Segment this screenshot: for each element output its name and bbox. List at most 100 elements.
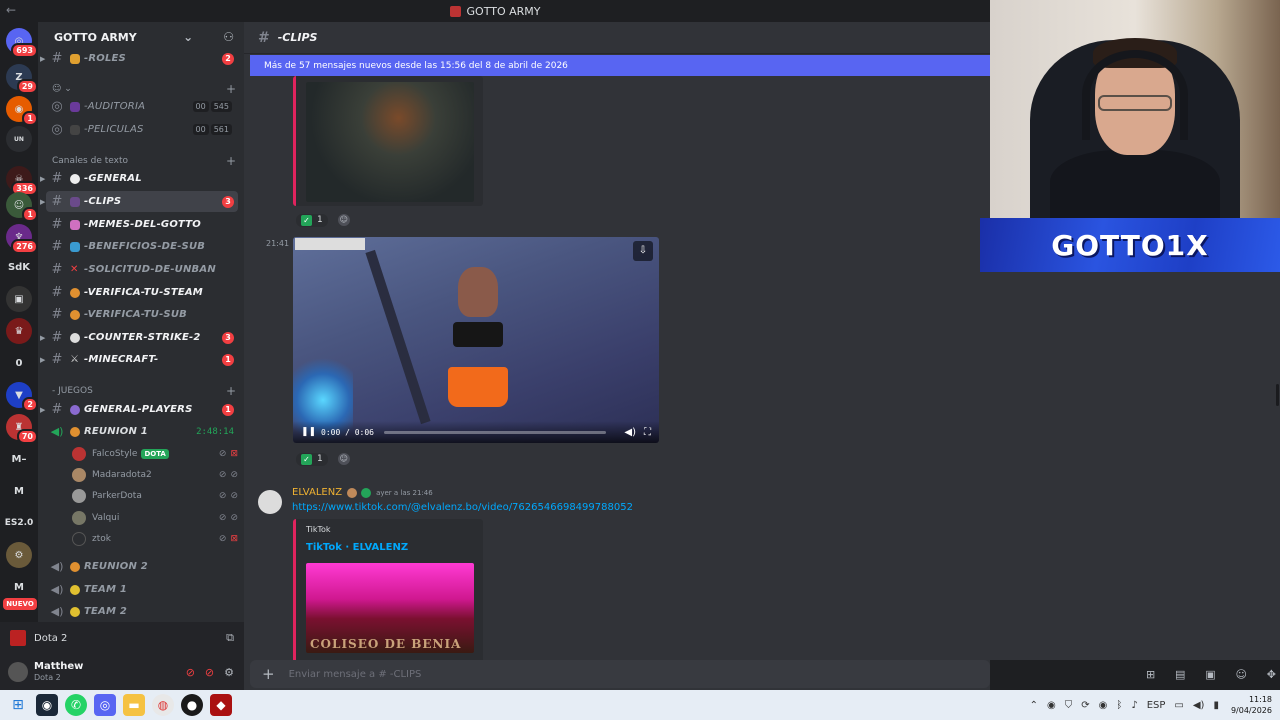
server-icon[interactable]: ☺ 1 — [6, 192, 38, 222]
mic-muted-icon[interactable]: ⊘ — [186, 666, 195, 679]
message-author[interactable]: ELVALENZ — [292, 487, 342, 498]
channel-verifica-steam[interactable]: # -VERIFICA-TU-STEAM — [46, 282, 238, 303]
voice-channel-reunion-2[interactable]: ◀) REUNION 2 — [46, 556, 238, 577]
voice-user[interactable]: ztok ⊘ ⊠ — [72, 529, 238, 549]
message-composer[interactable]: + Enviar mensaje a # -CLIPS — [250, 660, 990, 688]
channel-verifica-sub[interactable]: # -VERIFICA-TU-SUB — [46, 304, 238, 325]
add-member-icon[interactable]: ⚇ — [223, 30, 234, 44]
avatar[interactable] — [8, 662, 28, 682]
channel-beneficios[interactable]: # -BENEFICIOS-DE-SUB — [46, 236, 238, 257]
server-m[interactable]: M– — [6, 446, 32, 472]
server-icon[interactable]: ♛ — [6, 318, 32, 344]
headphones-muted-icon[interactable]: ⊘ — [205, 666, 214, 679]
channel-general[interactable]: ▶ # -GENERAL — [40, 168, 238, 189]
server-icon[interactable]: ▣ — [6, 286, 32, 312]
monitor-icon[interactable]: ▭ — [1174, 700, 1183, 711]
channel-minecraft[interactable]: ▶ # ⚔ -MINECRAFT- 1 — [40, 349, 238, 370]
reaction-check[interactable]: ✓ 1 — [296, 213, 328, 227]
steam-tray-icon[interactable]: ◉ — [1099, 700, 1108, 711]
discord-icon[interactable]: ◎ — [94, 694, 116, 716]
bluetooth-icon[interactable]: ᛒ — [1116, 700, 1122, 711]
voice-channel-reunion-1[interactable]: ◀) REUNION 1 2:48:14 — [46, 421, 238, 442]
settings-gear-icon[interactable]: ⚙ — [224, 666, 234, 679]
channel-memes[interactable]: # -MEMES-DEL-GOTTO — [46, 214, 238, 235]
server-icon[interactable]: UN — [6, 126, 32, 152]
plus-icon[interactable]: + — [226, 82, 236, 96]
battery-icon[interactable]: ▮ — [1213, 700, 1219, 711]
previous-embed[interactable] — [293, 76, 483, 206]
channel-clips[interactable]: ▶ # -CLIPS 3 — [40, 191, 238, 212]
server-icon[interactable]: ☠ 336 — [6, 166, 38, 196]
fullscreen-icon[interactable]: ⛶ — [644, 427, 651, 438]
add-reaction-icon[interactable]: ☺ — [337, 453, 350, 465]
back-arrow-icon[interactable]: ← — [6, 3, 16, 17]
plus-icon[interactable]: + — [226, 384, 236, 398]
category-header[interactable]: - JUEGOS + — [52, 384, 236, 398]
voice-user[interactable]: Valqui ⊘ ⊘ — [72, 508, 238, 528]
video-progress[interactable] — [383, 430, 607, 434]
embed-title[interactable]: TikTok · ELVALENZ — [306, 542, 473, 553]
sticker-icon[interactable]: ▣ — [1205, 668, 1215, 681]
sync-icon[interactable]: ⟳ — [1081, 700, 1089, 711]
voice-channel-team-1[interactable]: ◀) TEAM 1 — [46, 579, 238, 600]
volume-icon[interactable]: ◀) — [624, 427, 636, 438]
tray-app-icon[interactable]: ◉ — [1047, 700, 1056, 711]
voice-user[interactable]: Madaradota2 ⊘ ⊘ — [72, 465, 238, 485]
server-icon[interactable]: Z 29 — [6, 64, 38, 94]
reaction-check[interactable]: ✓ 1 — [296, 452, 328, 466]
embed-image[interactable]: COLISEO DE BENIA — [306, 563, 474, 653]
obs-icon[interactable]: ● — [181, 694, 203, 716]
channel-solicitud[interactable]: # ✕ -SOLICITUD-DE-UNBAN — [46, 259, 238, 280]
voice-user[interactable]: ParkerDota ⊘ ⊘ — [72, 486, 238, 506]
category-header[interactable]: ☺ ⌄ + — [52, 82, 236, 96]
shield-icon[interactable]: ⛉ — [1065, 700, 1073, 711]
volume-icon[interactable]: ◀) — [1193, 700, 1205, 711]
apps-icon[interactable]: ✥ — [1267, 668, 1276, 681]
chrome-icon[interactable]: ◍ — [152, 694, 174, 716]
server-icon[interactable]: ♆ 276 — [6, 224, 38, 254]
download-icon[interactable]: ⇩ — [633, 241, 653, 261]
server-icon[interactable]: ◉ 1 — [6, 96, 38, 126]
voice-user[interactable]: FalcoStyle DOTA ⊘ ⊠ — [72, 444, 238, 464]
screen-share-icon[interactable]: ⧉ — [226, 631, 234, 645]
voice-channel-team-2[interactable]: ◀) TEAM 2 — [46, 601, 238, 622]
server-sdk[interactable]: SdK — [6, 254, 32, 280]
gift-icon[interactable]: ⊞ — [1146, 668, 1155, 681]
channel-general-players[interactable]: ▶ # GENERAL-PLAYERS 1 — [40, 399, 238, 420]
dota2-icon[interactable]: ◆ — [210, 694, 232, 716]
server-es[interactable]: ES2.0 — [5, 510, 34, 536]
server-m[interactable]: M — [6, 574, 32, 600]
category-header[interactable]: Canales de texto + — [52, 154, 236, 168]
language-indicator[interactable]: ESP — [1147, 700, 1166, 711]
server-zero[interactable]: 0 — [6, 350, 32, 376]
pause-icon[interactable]: ❚❚ — [301, 427, 316, 437]
embed-thumbnail[interactable] — [306, 82, 474, 202]
gif-icon[interactable]: ▤ — [1175, 668, 1185, 681]
new-messages-bar[interactable]: Más de 57 mensajes nuevos desde las 15:5… — [250, 55, 990, 76]
plus-icon[interactable]: + — [226, 154, 236, 168]
whatsapp-icon[interactable]: ✆ — [65, 694, 87, 716]
file-explorer-icon[interactable]: ▬ — [123, 694, 145, 716]
emoji-icon[interactable]: ☺ — [1235, 668, 1246, 681]
discord-home-icon[interactable]: ◎ 693 — [6, 28, 38, 58]
clock[interactable]: 11:18 9/04/2026 — [1231, 694, 1272, 716]
channel-roles[interactable]: ▶ # -ROLES 2 — [40, 48, 238, 69]
server-icon[interactable]: ♜ 70 — [6, 414, 38, 444]
channel-counter-strike[interactable]: ▶ # -COUNTER-STRIKE-2 3 — [40, 327, 238, 348]
video-player[interactable]: ⇩ ❚❚ 0:00 / 0:06 ◀) ⛶ — [293, 237, 659, 443]
windows-start-icon[interactable]: ⊞ — [7, 694, 29, 716]
activity-panel[interactable]: Dota 2 ⧉ — [0, 622, 244, 654]
add-reaction-icon[interactable]: ☺ — [337, 214, 350, 226]
user-info[interactable]: Matthew Dota 2 — [34, 661, 176, 683]
server-m[interactable]: M — [6, 478, 32, 504]
plus-icon[interactable]: + — [262, 665, 275, 683]
message-link[interactable]: https://www.tiktok.com/@elvalenz.bo/vide… — [292, 502, 633, 513]
channel-peliculas[interactable]: ◎ -PELICULAS 00 561 — [46, 119, 238, 140]
microphone-icon[interactable]: ♪ — [1131, 700, 1137, 711]
avatar[interactable] — [258, 490, 282, 514]
server-icon[interactable]: ▼ 2 — [6, 382, 38, 412]
scrollbar[interactable] — [1276, 384, 1279, 406]
steam-icon[interactable]: ◉ — [36, 694, 58, 716]
channel-auditoria[interactable]: ◎ -AUDITORIA 00 545 — [46, 96, 238, 117]
chevron-down-icon[interactable]: ⌄ — [183, 30, 193, 44]
